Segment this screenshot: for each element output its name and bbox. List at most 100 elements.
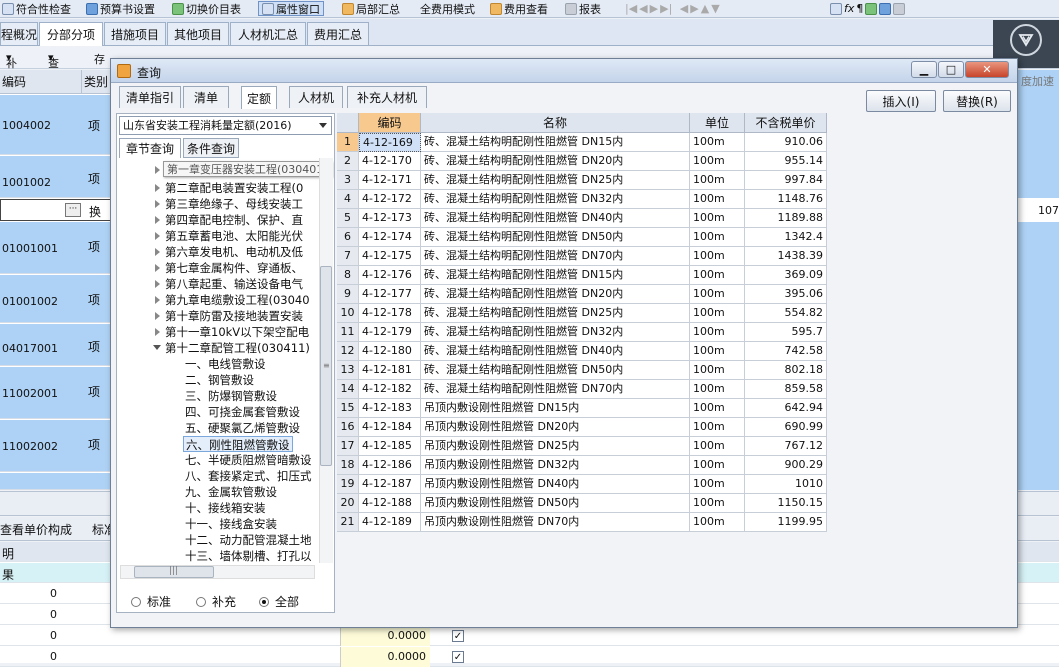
cell-code[interactable]: 4-12-187 xyxy=(359,475,421,494)
store-menu[interactable]: 存 xyxy=(94,51,105,67)
row-number[interactable]: 10 xyxy=(337,304,359,323)
row-number[interactable]: 1 xyxy=(337,133,359,152)
cell-name[interactable]: 吊顶内敷设刚性阻燃管 DN20内 xyxy=(421,418,690,437)
tab-bill-guide[interactable]: 清单指引 xyxy=(119,86,181,108)
cell-name[interactable]: 砖、混凝土结构明配刚性阻燃管 DN15内 xyxy=(421,133,690,152)
cell-unit[interactable]: 100m xyxy=(690,209,745,228)
value-cell[interactable]: 0.0000 xyxy=(340,647,430,667)
row-number[interactable]: 20 xyxy=(337,494,359,513)
row-number[interactable]: 9 xyxy=(337,285,359,304)
table-row[interactable]: 10 4-12-178 砖、混凝土结构暗配刚性阻燃管 DN25内 100m 554.82 xyxy=(337,304,827,323)
table-row[interactable]: 1 4-12-169 砖、混凝土结构明配刚性阻燃管 DN15内 100m 910.06 xyxy=(337,133,827,152)
tab-bill[interactable]: 清单 xyxy=(183,86,229,108)
tool-icons[interactable]: fx ¶ xyxy=(830,1,906,16)
cell-code[interactable]: 4-12-186 xyxy=(359,456,421,475)
cell-price[interactable]: 859.58 xyxy=(745,380,827,399)
table-row[interactable]: 0 0.0000 ✓ xyxy=(0,647,1059,667)
cell-name[interactable]: 砖、混凝土结构暗配刚性阻燃管 DN15内 xyxy=(421,266,690,285)
filter-radio-standard[interactable]: 标准 xyxy=(131,593,171,610)
scroll-thumb[interactable]: ≡ xyxy=(320,266,332,466)
cell-code[interactable]: 4-12-183 xyxy=(359,399,421,418)
cell-unit[interactable]: 100m xyxy=(690,304,745,323)
cell-price[interactable]: 690.99 xyxy=(745,418,827,437)
close-button[interactable]: ✕ xyxy=(965,61,1009,78)
cell-name[interactable]: 砖、混凝土结构明配刚性阻燃管 DN20内 xyxy=(421,152,690,171)
expand-icon[interactable] xyxy=(155,184,160,192)
tree-node[interactable]: 第九章电缆敷设工程(03040 xyxy=(165,292,310,308)
table-row[interactable]: 16 4-12-184 吊顶内敷设刚性阻燃管 DN20内 100m 690.99 xyxy=(337,418,827,437)
cell-price[interactable]: 900.29 xyxy=(745,456,827,475)
row-number[interactable]: 5 xyxy=(337,209,359,228)
expand-icon[interactable] xyxy=(155,280,160,288)
cell-name[interactable]: 吊顶内敷设刚性阻燃管 DN15内 xyxy=(421,399,690,418)
report-button[interactable]: 报表 xyxy=(565,1,601,16)
table-row[interactable]: 19 4-12-187 吊顶内敷设刚性阻燃管 DN40内 100m 1010 xyxy=(337,475,827,494)
cell-name[interactable]: 吊顶内敷设刚性阻燃管 DN25内 xyxy=(421,437,690,456)
row-number[interactable]: 4 xyxy=(337,190,359,209)
tree-leaf[interactable]: 十二、动力配管混凝土地 xyxy=(185,532,312,548)
cell-code[interactable]: 4-12-188 xyxy=(359,494,421,513)
cell-code[interactable]: 4-12-169 xyxy=(359,133,421,152)
table-row[interactable]: 18 4-12-186 吊顶内敷设刚性阻燃管 DN32内 100m 900.29 xyxy=(337,456,827,475)
expand-icon[interactable] xyxy=(155,312,160,320)
cell-name[interactable]: 砖、混凝土结构明配刚性阻燃管 DN25内 xyxy=(421,171,690,190)
minimize-button[interactable]: ▁ xyxy=(911,61,937,78)
cell-unit[interactable]: 100m xyxy=(690,437,745,456)
table-row[interactable]: 21 4-12-189 吊顶内敷设刚性阻燃管 DN70内 100m 1199.95 xyxy=(337,513,827,532)
row-number[interactable]: 13 xyxy=(337,361,359,380)
table-row[interactable]: 9 4-12-177 砖、混凝土结构暗配刚性阻燃管 DN20内 100m 395.06 xyxy=(337,285,827,304)
column-header-price[interactable]: 不含税单价 xyxy=(745,113,827,133)
tab-division-items[interactable]: 分部分项 xyxy=(39,22,103,46)
cell-name[interactable]: 砖、混凝土结构暗配刚性阻燃管 DN70内 xyxy=(421,380,690,399)
compliance-check-button[interactable]: 符合性检查 xyxy=(2,1,71,16)
cell-unit[interactable]: 100m xyxy=(690,152,745,171)
tree-node[interactable]: 第六章发电机、电动机及低 xyxy=(165,244,303,260)
cell-code[interactable]: 4-12-174 xyxy=(359,228,421,247)
tab-labor-material[interactable]: 人材机 xyxy=(289,86,343,108)
tree-leaf[interactable]: 十、接线箱安装 xyxy=(185,500,266,516)
cell-price[interactable]: 1189.88 xyxy=(745,209,827,228)
expand-icon[interactable] xyxy=(155,264,160,272)
cell-price[interactable]: 395.06 xyxy=(745,285,827,304)
partial-summary-button[interactable]: 局部汇总 xyxy=(342,1,400,16)
expand-icon[interactable] xyxy=(155,216,160,224)
filter-radio-all[interactable]: 全部 xyxy=(259,593,299,610)
cell-code[interactable]: 4-12-178 xyxy=(359,304,421,323)
cell-code[interactable]: 4-12-181 xyxy=(359,361,421,380)
scroll-thumb[interactable]: ||| xyxy=(134,566,214,578)
row-number[interactable]: 6 xyxy=(337,228,359,247)
cell-code[interactable]: 4-12-175 xyxy=(359,247,421,266)
cell-unit[interactable]: 100m xyxy=(690,361,745,380)
cell-name[interactable]: 砖、混凝土结构暗配刚性阻燃管 DN50内 xyxy=(421,361,690,380)
cell-price[interactable]: 554.82 xyxy=(745,304,827,323)
cell-name[interactable]: 吊顶内敷设刚性阻燃管 DN32内 xyxy=(421,456,690,475)
row-number[interactable]: 12 xyxy=(337,342,359,361)
tab-project-overview[interactable]: 程概况 xyxy=(0,22,38,45)
cell-price[interactable]: 1150.15 xyxy=(745,494,827,513)
cell-name[interactable]: 吊顶内敷设刚性阻燃管 DN40内 xyxy=(421,475,690,494)
tree-node[interactable]: 第三章绝缘子、母线安装工 xyxy=(165,196,303,212)
cell-price[interactable]: 910.06 xyxy=(745,133,827,152)
cell-unit[interactable]: 100m xyxy=(690,418,745,437)
row-number[interactable]: 3 xyxy=(337,171,359,190)
cell-unit[interactable]: 100m xyxy=(690,190,745,209)
cell-price[interactable]: 742.58 xyxy=(745,342,827,361)
tab-condition-query[interactable]: 条件查询 xyxy=(183,138,239,158)
tree-leaf[interactable]: 十三、墙体剔槽、打孔以 xyxy=(185,548,312,563)
cell-name[interactable]: 砖、混凝土结构明配刚性阻燃管 DN50内 xyxy=(421,228,690,247)
cell-price[interactable]: 369.09 xyxy=(745,266,827,285)
dialog-title-bar[interactable]: 查询 ▁ □ ✕ xyxy=(111,59,1017,83)
table-row[interactable]: 0 0.0000 ✓ xyxy=(0,626,1059,646)
tree-node[interactable]: 第二章配电装置安装工程(0 xyxy=(165,180,303,196)
cell-code[interactable]: 4-12-170 xyxy=(359,152,421,171)
tree-leaf[interactable]: 九、金属软管敷设 xyxy=(185,484,277,500)
maximize-button[interactable]: □ xyxy=(938,61,964,78)
cell-name[interactable]: 砖、混凝土结构暗配刚性阻燃管 DN25内 xyxy=(421,304,690,323)
cell-price[interactable]: 802.18 xyxy=(745,361,827,380)
cell-code[interactable]: 4-12-184 xyxy=(359,418,421,437)
column-header-unit[interactable]: 单位 xyxy=(690,113,745,133)
cell-unit[interactable]: 100m xyxy=(690,133,745,152)
cell-price[interactable]: 1342.4 xyxy=(745,228,827,247)
cell-price[interactable]: 1148.76 xyxy=(745,190,827,209)
table-row[interactable]: 1004002 项 xyxy=(0,95,112,155)
